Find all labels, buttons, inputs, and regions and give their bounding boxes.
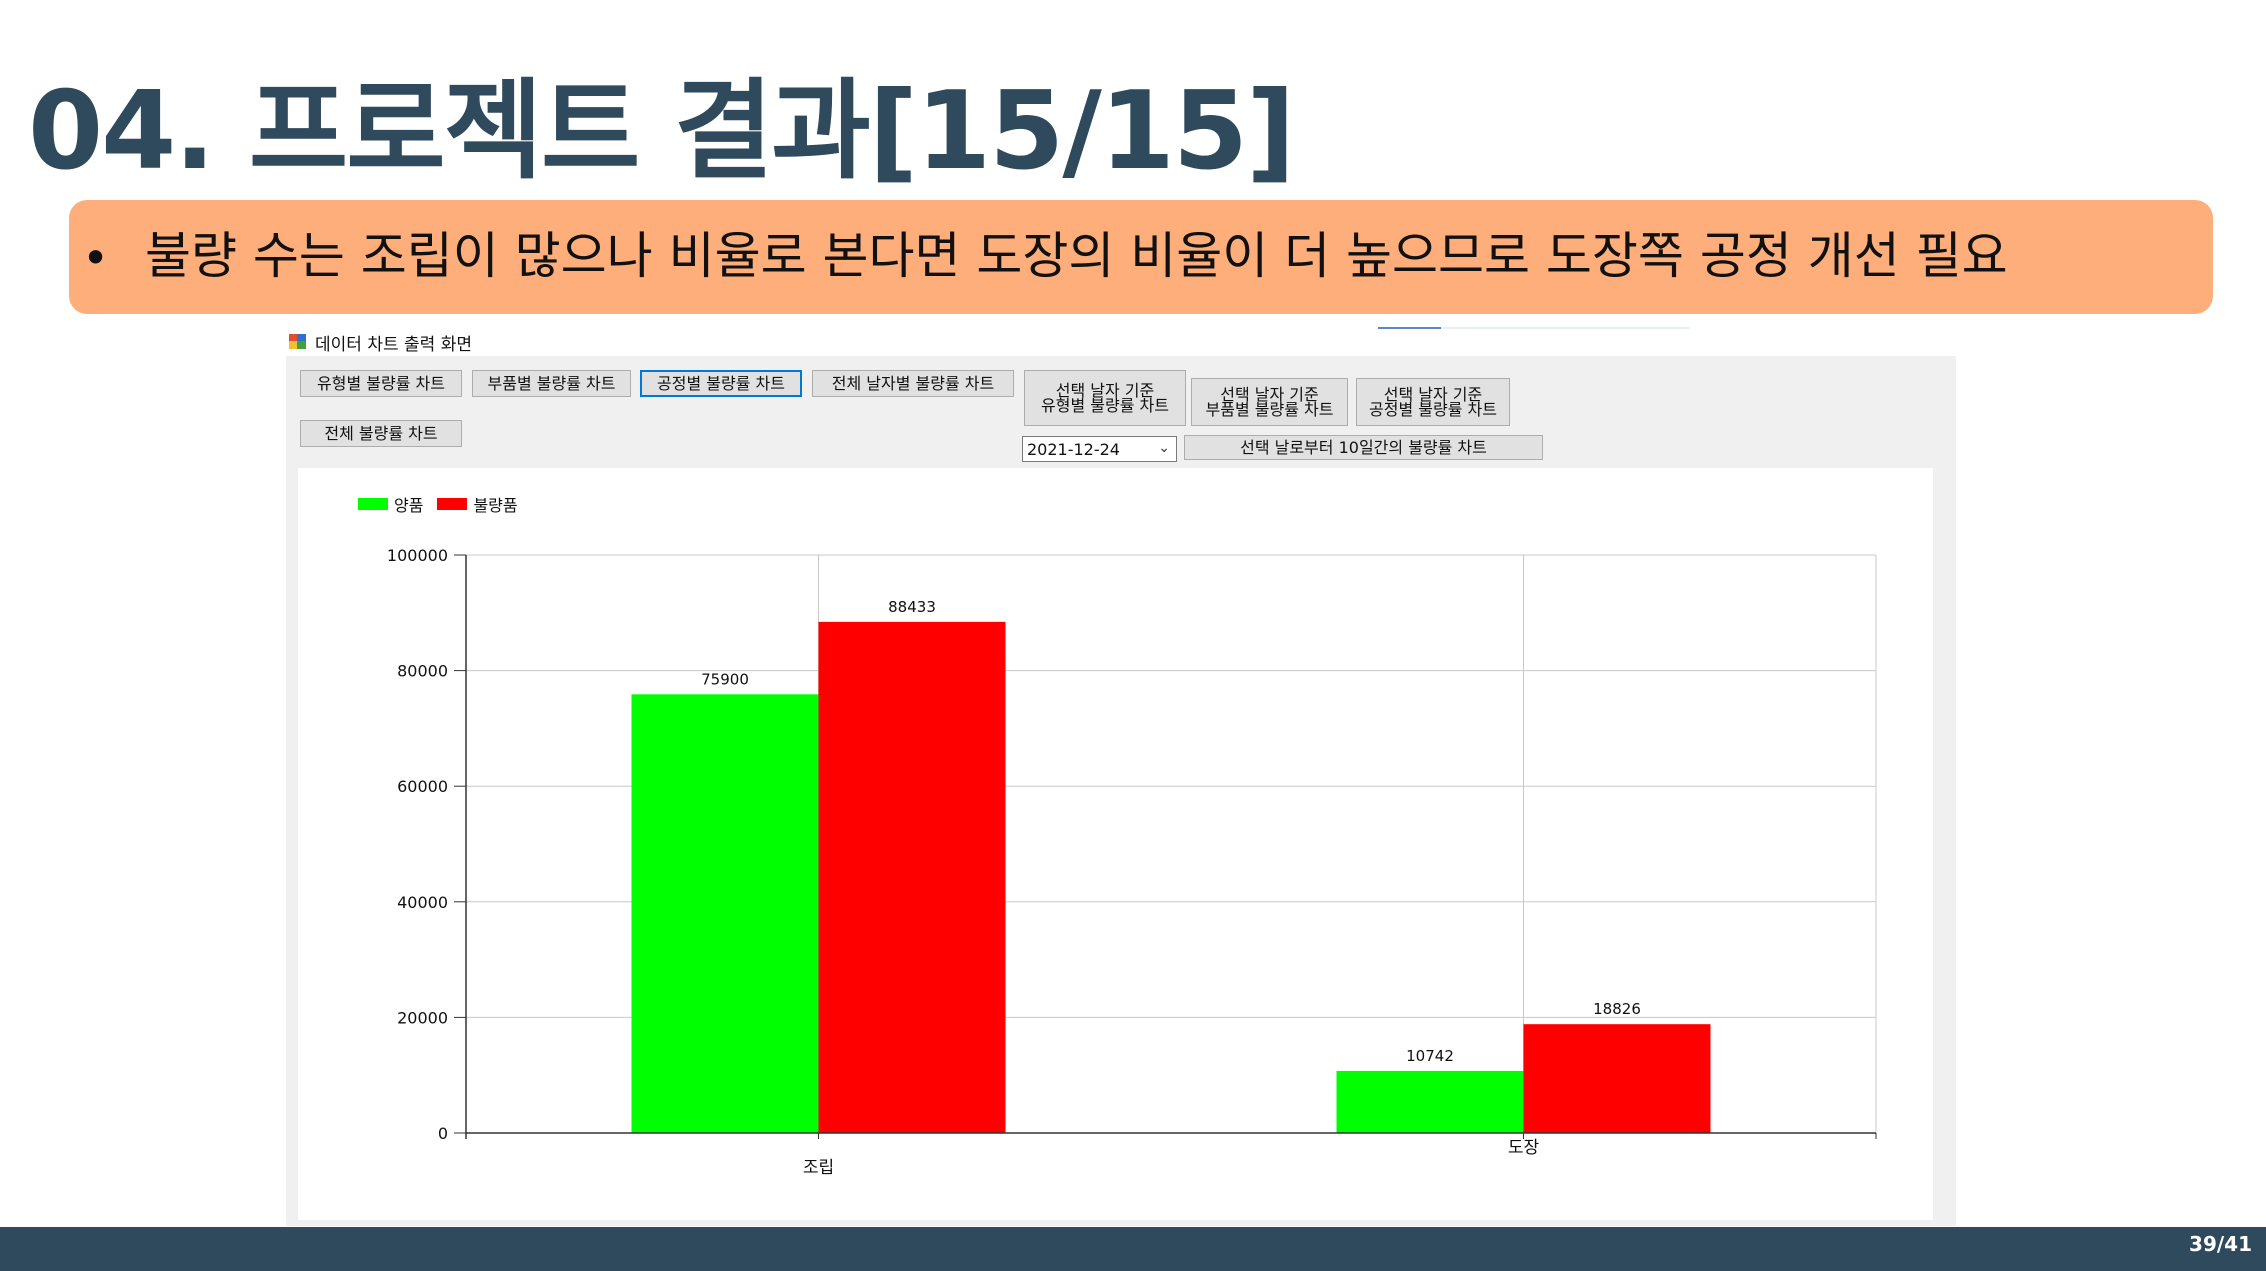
legend-swatch-good [358, 498, 388, 510]
type-chart-button[interactable]: 유형별 불량률 차트 [300, 370, 462, 397]
selected-date-process-chart-button[interactable]: 선택 날자 기준 공정별 불량률 차트 [1356, 378, 1510, 426]
selected-date-part-chart-button[interactable]: 선택 날자 기준 부품별 불량률 차트 [1191, 378, 1348, 426]
legend-item-defect: 불량품 [437, 492, 518, 516]
legend-label-good: 양품 [394, 496, 424, 515]
total-chart-button[interactable]: 전체 불량률 차트 [300, 420, 462, 447]
part-chart-button[interactable]: 부품별 불량률 차트 [472, 370, 631, 397]
legend-swatch-defect [437, 498, 468, 510]
footer-bar [0, 1227, 2266, 1271]
window-title: 데이터 차트 출력 화면 [315, 335, 472, 355]
date-value: 2021-12-24 [1027, 439, 1120, 459]
page-number: 39/41 [2189, 1232, 2252, 1256]
process-chart-button[interactable]: 공정별 불량률 차트 [640, 370, 802, 397]
slide: 04. 프로젝트 결과[15/15] • 불량 수는 조립이 많으나 비율로 본… [0, 0, 2266, 1271]
selected-date-type-chart-button[interactable]: 선택 날자 기준 유형별 불량률 차트 [1024, 370, 1186, 426]
ten-day-chart-button[interactable]: 선택 날로부터 10일간의 불량률 차트 [1184, 435, 1543, 460]
all-date-chart-button[interactable]: 전체 날자별 불량률 차트 [812, 370, 1014, 397]
legend-item-good: 양품 [358, 492, 423, 516]
chevron-down-icon[interactable]: ⌄ [1158, 440, 1170, 456]
chart-area [298, 468, 1933, 1220]
chart-legend: 양품 불량품 [358, 492, 532, 516]
button-label-line2: 공정별 불량률 차트 [1369, 400, 1497, 419]
slide-title: 04. 프로젝트 결과[15/15] [28, 69, 1295, 194]
app-icon [289, 334, 306, 349]
legend-label-defect: 불량품 [473, 496, 518, 515]
window-header-line [1378, 327, 1690, 329]
callout-bullet: • [82, 231, 110, 285]
button-label-line2: 부품별 불량률 차트 [1205, 400, 1334, 419]
button-label-line2: 유형별 불량률 차트 [1041, 396, 1169, 415]
date-picker[interactable]: 2021-12-24 ⌄ [1022, 436, 1177, 462]
callout-text: 불량 수는 조립이 많으나 비율로 본다면 도장의 비율이 더 높으므로 도장쪽… [145, 227, 2008, 285]
